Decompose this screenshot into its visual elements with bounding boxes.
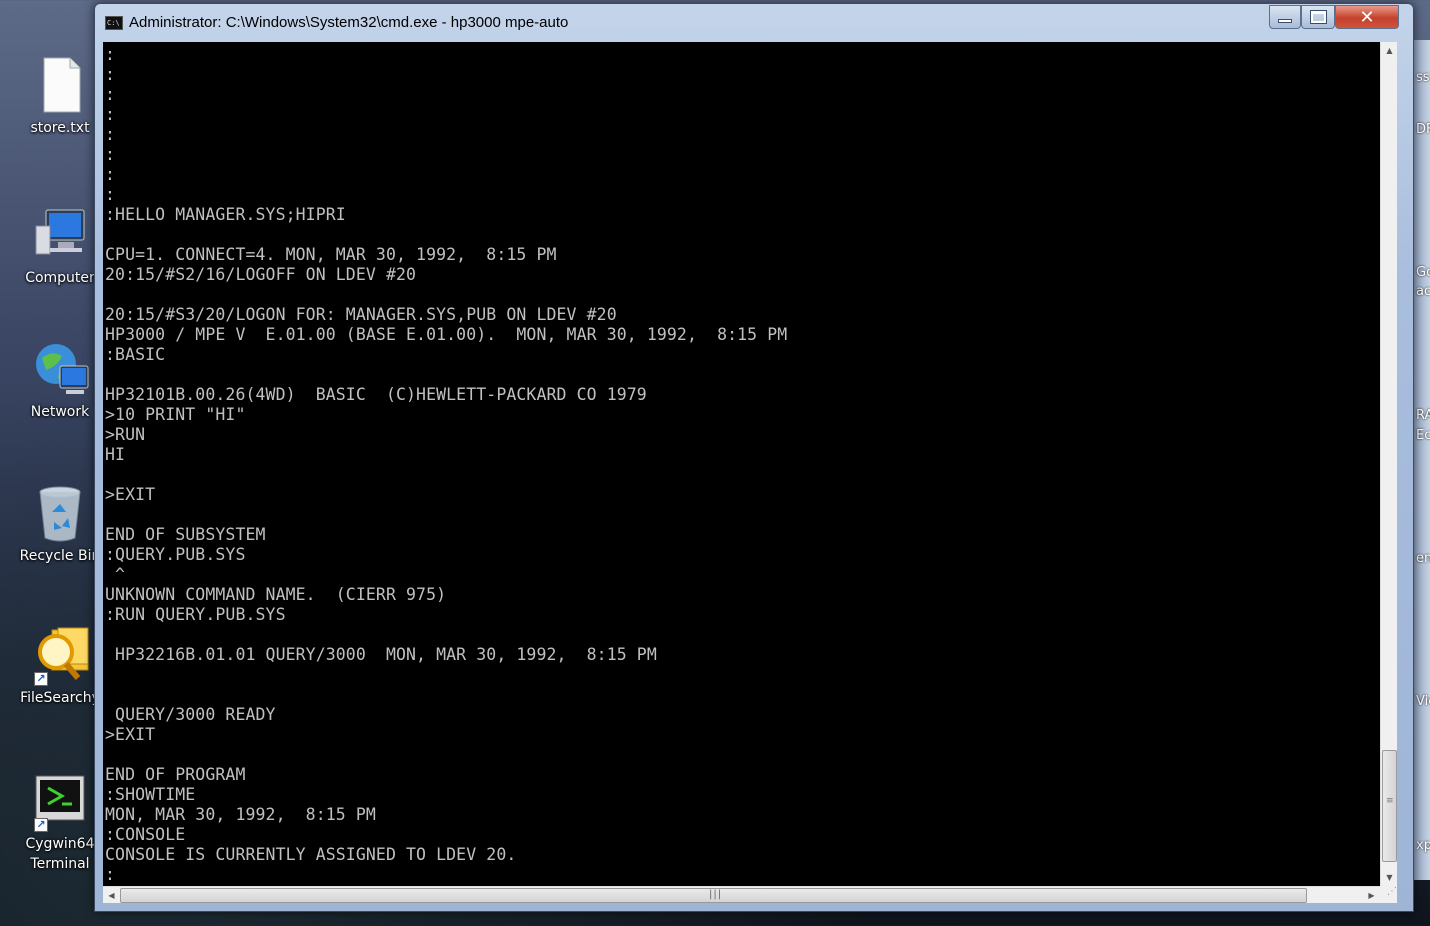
console-line: END OF PROGRAM — [105, 765, 246, 784]
background-window-text: Go — [1416, 265, 1430, 280]
console-line: :CONSOLE — [105, 825, 186, 844]
desktop-icon-filesearchy[interactable]: ↗ FileSearchy — [14, 626, 106, 708]
scroll-grip-icon: ≡ — [1386, 796, 1394, 806]
console-line: >EXIT — [105, 725, 156, 744]
shortcut-arrow-icon: ↗ — [34, 672, 48, 686]
close-button[interactable]: ✕ — [1335, 5, 1399, 29]
minimize-button[interactable] — [1269, 5, 1301, 29]
desktop-icon-store-txt[interactable]: store.txt — [14, 56, 106, 138]
console-line: ^ — [115, 565, 126, 584]
console-line: 20:15/#S3/20/LOGON FOR: MANAGER.SYS,PUB … — [105, 305, 617, 324]
desktop-icon-label: Recycle Bin — [19, 548, 101, 564]
console-line: >RUN — [105, 425, 146, 444]
console-line: QUERY/3000 READY — [115, 705, 276, 724]
background-window-text: DF — [1416, 122, 1430, 137]
background-window-text: Vie — [1416, 694, 1430, 709]
console-output[interactable]: : : : : : : : : :HELLO MANAGER.SYS;HIPRI… — [103, 42, 1397, 886]
cmd-window-icon[interactable]: C:\ — [105, 16, 123, 30]
scroll-right-arrow-icon[interactable]: ▶ — [1363, 887, 1380, 904]
computer-icon — [32, 206, 88, 262]
vertical-scrollbar[interactable]: ▲ ≡ ▼ — [1380, 42, 1397, 886]
console-line: HP32216B.01.01 QUERY/3000 MON, MAR 30, 1… — [115, 645, 657, 664]
console-line: : — [105, 65, 116, 84]
background-window-text: RA — [1416, 408, 1430, 423]
maximize-button[interactable] — [1301, 5, 1335, 29]
shortcut-arrow-icon: ↗ — [34, 818, 48, 832]
console-line: : — [105, 85, 116, 104]
horizontal-scroll-thumb[interactable]: ||| — [120, 888, 1307, 903]
console-text: : : : : : : : : :HELLO MANAGER.SYS;HIPRI… — [105, 45, 787, 885]
console-line: CPU=1. CONNECT=4. MON, MAR 30, 1992, 8:1… — [105, 245, 557, 264]
background-window-text: xp — [1416, 838, 1430, 853]
close-icon: ✕ — [1359, 6, 1375, 28]
scroll-left-arrow-icon[interactable]: ◀ — [103, 887, 120, 904]
desktop-icon-label: FileSearchy — [20, 690, 100, 706]
console-line: >10 PRINT "HI" — [105, 405, 246, 424]
console-line: MON, MAR 30, 1992, 8:15 PM — [105, 805, 376, 824]
network-icon — [32, 340, 89, 396]
console-line: : — [105, 865, 116, 884]
console-line: UNKNOWN COMMAND NAME. (CIERR 975) — [105, 585, 447, 604]
console-line: : — [105, 145, 116, 164]
console-line: HP3000 / MPE V E.01.00 (BASE E.01.00). M… — [105, 325, 788, 344]
title-bar[interactable]: C:\ Administrator: C:\Windows\System32\c… — [95, 4, 1413, 40]
console-line: CONSOLE IS CURRENTLY ASSIGNED TO LDEV 20… — [105, 845, 517, 864]
console-line: END OF SUBSYSTEM — [105, 525, 266, 544]
background-window-text: ss — [1416, 70, 1430, 85]
scroll-grip-icon: ||| — [709, 889, 723, 900]
console-line: 20:15/#S2/16/LOGOFF ON LDEV #20 — [105, 265, 417, 284]
vertical-scroll-thumb[interactable]: ≡ — [1382, 750, 1397, 862]
desktop-icon-computer[interactable]: Computer — [14, 206, 106, 288]
desktop-icon-label: store.txt — [30, 120, 90, 136]
background-window-text: ack — [1416, 284, 1430, 299]
text-file-icon — [32, 56, 88, 113]
console-line: : — [105, 185, 116, 204]
desktop-icon-label: Computer — [25, 270, 95, 286]
console-line: >EXIT — [105, 485, 156, 504]
scroll-up-arrow-icon[interactable]: ▲ — [1381, 42, 1398, 59]
console-line: :HELLO MANAGER.SYS;HIPRI — [105, 205, 346, 224]
console-line: HI — [105, 445, 126, 464]
desktop-icon-recycle-bin[interactable]: Recycle Bin — [14, 484, 106, 566]
background-window-text: Ec — [1416, 428, 1430, 443]
scroll-down-arrow-icon[interactable]: ▼ — [1381, 869, 1398, 886]
desktop-icon-label: Cygwin64 Terminal — [25, 836, 95, 872]
console-line: :RUN QUERY.PUB.SYS — [105, 605, 286, 624]
recycle-bin-icon — [32, 484, 88, 542]
terminal-icon: ↗ — [32, 772, 88, 832]
console-line: :QUERY.PUB.SYS — [105, 545, 246, 564]
console-line: :SHOWTIME — [105, 785, 196, 804]
background-window-text: en — [1416, 551, 1430, 566]
horizontal-scrollbar[interactable]: ◀ ||| ▶ — [103, 886, 1380, 903]
desktop-icon-network[interactable]: Network — [14, 340, 106, 422]
desktop-icon-cygwin64-terminal[interactable]: ↗ Cygwin64 Terminal — [14, 772, 106, 874]
desktop-icon-label: Network — [30, 404, 90, 420]
console-line: : — [105, 165, 116, 184]
minimize-icon — [1278, 19, 1292, 23]
maximize-icon — [1309, 10, 1327, 24]
console-line: : — [105, 125, 116, 144]
console-line: HP32101B.00.26(4WD) BASIC (C)HEWLETT-PAC… — [105, 385, 647, 404]
console-line: : — [105, 45, 116, 64]
cmd-window[interactable]: C:\ Administrator: C:\Windows\System32\c… — [94, 3, 1414, 912]
file-search-icon: ↗ — [32, 626, 89, 686]
console-line: : — [105, 105, 116, 124]
background-window-edge[interactable] — [1413, 40, 1430, 880]
console-line: :BASIC — [105, 345, 166, 364]
resize-grip-icon[interactable]: ⋰ — [1380, 886, 1397, 903]
window-title: Administrator: C:\Windows\System32\cmd.e… — [129, 14, 569, 31]
